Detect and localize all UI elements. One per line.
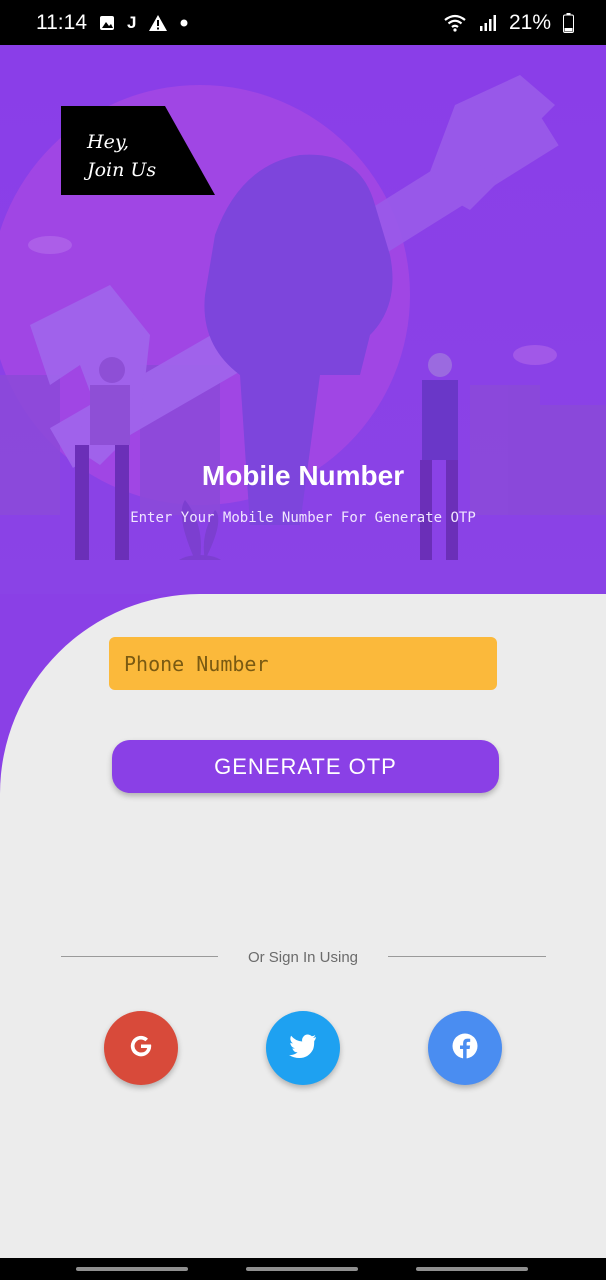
divider-label: Or Sign In Using [247, 949, 359, 966]
badge-line-1: Hey, [87, 131, 130, 153]
facebook-sign-in-button[interactable] [428, 1011, 502, 1085]
status-bar-right: 21% [443, 11, 574, 35]
nav-home-button[interactable] [246, 1267, 358, 1271]
google-sign-in-button[interactable] [104, 1011, 178, 1085]
dot-icon [180, 19, 188, 27]
divider-line-right [388, 956, 546, 957]
battery-percent: 21% [508, 10, 551, 34]
signal-icon [479, 14, 497, 32]
wifi-icon [443, 14, 467, 32]
hero-banner: Hey, Join Us Mobile Number Enter Your Mo… [0, 45, 606, 595]
nav-back-button[interactable] [416, 1267, 528, 1271]
phone-number-input[interactable] [109, 637, 497, 690]
battery-icon [563, 12, 574, 33]
badge-text: Hey, Join Us [87, 128, 156, 184]
status-bar: 11:14 J 21% [0, 0, 606, 45]
join-us-badge: Hey, Join Us [61, 106, 215, 195]
form-panel [0, 594, 606, 1258]
system-nav-bar [0, 1258, 606, 1280]
j-app-icon: J [127, 12, 137, 32]
page-subtitle: Enter Your Mobile Number For Generate OT… [130, 510, 476, 526]
status-bar-left: 11:14 J [36, 11, 188, 35]
google-icon [127, 1032, 155, 1065]
nav-recents-button[interactable] [76, 1267, 188, 1271]
twitter-icon [289, 1034, 317, 1063]
generate-otp-button[interactable]: GENERATE OTP [112, 740, 499, 793]
page-title: Mobile Number [201, 460, 405, 491]
divider-line-left [61, 956, 218, 957]
gallery-icon [99, 15, 115, 31]
clock: 11:14 [36, 10, 87, 34]
twitter-sign-in-button[interactable] [266, 1011, 340, 1085]
badge-line-2: Join Us [87, 159, 157, 181]
warning-icon [148, 14, 168, 32]
facebook-icon [451, 1032, 479, 1065]
